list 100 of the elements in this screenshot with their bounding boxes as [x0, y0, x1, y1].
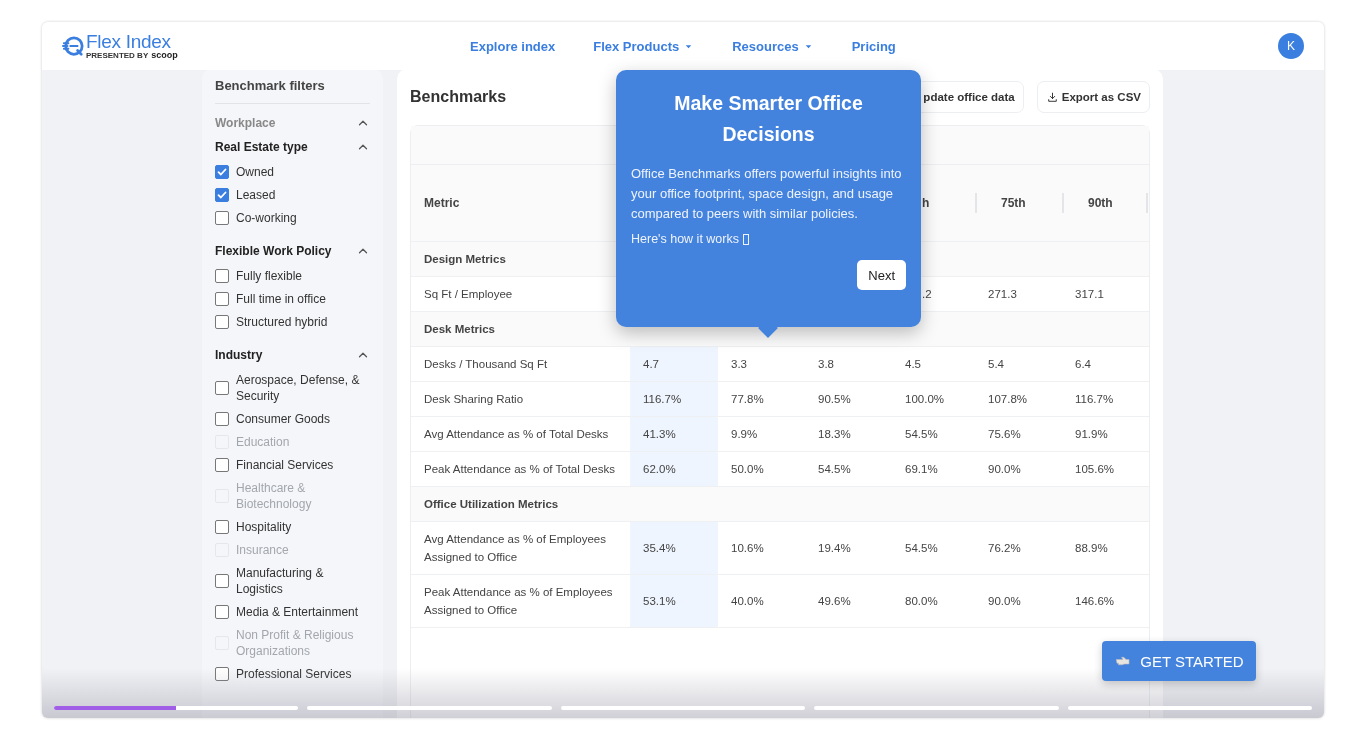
checkbox[interactable] — [215, 412, 229, 426]
nav-link[interactable]: Explore index — [470, 38, 556, 54]
table-cell-text: 90.0% — [987, 594, 1022, 609]
table-cell-text: 3.3 — [730, 357, 748, 372]
column-header[interactable]: h — [922, 196, 930, 210]
checkbox[interactable] — [215, 315, 229, 329]
section-title: Workplace — [215, 116, 276, 130]
download-icon — [1045, 90, 1059, 104]
option-label: Healthcare & Biotechnology — [236, 480, 313, 512]
option-label: Manufacturing & Logistics — [236, 565, 325, 597]
avatar[interactable]: K — [1278, 33, 1304, 59]
nav-link[interactable]: Flex Products — [593, 38, 695, 54]
table-cell-text: Desk Sharing Ratio — [423, 392, 525, 407]
panel-title: Benchmark filters — [215, 78, 370, 104]
table-cell-text: 19.4% — [817, 541, 852, 556]
option-label: Fully flexible — [236, 268, 303, 284]
option-label: Insurance — [236, 542, 289, 558]
option-label: Education — [236, 434, 290, 450]
option-label: Full time in office — [236, 291, 326, 307]
table-cell-text: 107.8% — [987, 392, 1028, 407]
option-label: Owned — [236, 164, 275, 180]
table-cell-text: 40.0% — [730, 594, 765, 609]
checkbox[interactable] — [215, 574, 229, 588]
table-cell-text: 3.8 — [817, 357, 835, 372]
missing-glyph-icon — [743, 233, 749, 245]
table-cell-text: 116.7% — [1074, 392, 1115, 407]
export-button[interactable]: Export as CSV — [1036, 81, 1150, 113]
table-cell-text: 100.0% — [904, 392, 945, 407]
column-header[interactable]: 75th — [1001, 196, 1026, 210]
table-cell: 116.7% — [630, 382, 718, 416]
table-cell: 62.0% — [630, 452, 718, 486]
table-cell-text: 90.5% — [817, 392, 852, 407]
checkbox[interactable] — [215, 188, 229, 202]
checkbox[interactable] — [215, 165, 229, 179]
table-cell-text: Sq Ft / Employee — [423, 287, 514, 302]
option-label: Co-working — [236, 210, 297, 226]
nav-link[interactable]: Resources — [732, 38, 814, 54]
nav-link[interactable]: Pricing — [851, 38, 896, 54]
how-it-works-link[interactable]: Here's how it works — [631, 232, 739, 246]
table-cell-text: 77.8% — [730, 392, 765, 407]
checkbox[interactable] — [215, 269, 229, 283]
table-cell-text: Peak Attendance as % of Total Desks — [423, 462, 616, 477]
checkbox[interactable] — [215, 381, 229, 395]
section-title: Real Estate type — [215, 140, 308, 154]
option-label: Professional Services — [236, 666, 352, 682]
get-started-button[interactable]: GET STARTED — [1102, 641, 1256, 681]
table-cell-text: Desks / Thousand Sq Ft — [423, 357, 549, 372]
table-cell-text: 6.4 — [1074, 357, 1092, 372]
table-cell-text: 54.5% — [904, 541, 939, 556]
option-label: Financial Services — [236, 457, 334, 473]
table-cell-text: 146.6% — [1074, 594, 1115, 609]
table-cell-text: 90.0% — [987, 462, 1022, 477]
option-label: Consumer Goods — [236, 411, 331, 427]
section-title: Flexible Work Policy — [215, 244, 332, 258]
table-cell-text: 88.9% — [1074, 541, 1109, 556]
table-cell-text: 91.9% — [1074, 427, 1109, 442]
table-cell-text: Avg Attendance as % of Total Desks — [423, 427, 610, 442]
table-cell: 35.4% — [630, 522, 718, 574]
page-title: Benchmarks — [410, 88, 507, 106]
table-cell-text: 80.0% — [904, 594, 939, 609]
checkbox[interactable] — [215, 211, 229, 225]
checkbox[interactable] — [215, 292, 229, 306]
column-header[interactable]: 90th — [1088, 196, 1113, 210]
checkbox[interactable] — [215, 458, 229, 472]
group-header: Design Metrics — [424, 252, 506, 267]
table-cell: 53.1% — [630, 575, 718, 627]
table-cell-text: Peak Attendance as % of Employees Assigned to Office — [423, 585, 614, 618]
section-title: Industry — [215, 348, 263, 362]
group-header: Desk Metrics — [424, 322, 495, 337]
popover-title: Make Smarter Office Decisions — [673, 91, 864, 147]
checkbox[interactable] — [215, 605, 229, 619]
group-header: Office Utilization Metrics — [424, 497, 559, 512]
table-cell-text: 4.5 — [904, 357, 922, 372]
table-cell-text: 75.6% — [987, 427, 1022, 442]
table-cell-text: Avg Attendance as % of Employees Assigned to Office — [423, 532, 607, 565]
table-cell-text: 76.2% — [987, 541, 1022, 556]
next-button[interactable]: Next — [857, 260, 906, 290]
logo-icon — [62, 35, 84, 57]
checkbox[interactable] — [215, 520, 229, 534]
checkbox[interactable] — [215, 667, 229, 681]
brand-text: scoop — [151, 50, 178, 60]
table-cell-text: 271.3 — [987, 287, 1018, 302]
table-cell-text: 54.5% — [817, 462, 852, 477]
option-label: Leased — [236, 187, 276, 203]
column-header[interactable]: Metric — [424, 196, 460, 210]
table-cell-text: 5.4 — [987, 357, 1005, 372]
table-cell-text: 54.5% — [904, 427, 939, 442]
table-cell: 4.7 — [630, 347, 718, 381]
table-cell: 41.3% — [630, 417, 718, 451]
tagline: PRESENTED BY — [86, 51, 149, 60]
option-label: Structured hybrid — [236, 314, 328, 330]
table-cell-text: 69.1% — [904, 462, 939, 477]
table-cell-text: 105.6% — [1074, 462, 1115, 477]
logo-text: Flex Index — [86, 32, 172, 52]
table-cell-text: .2 — [921, 287, 933, 302]
table-cell-text: 317.1 — [1074, 287, 1105, 302]
popover-text: Office Benchmarks offers powerful insights into your office footprint, space design, and usage compared to peers with similar policies. — [631, 165, 903, 223]
table-cell-text: 50.0% — [730, 462, 765, 477]
table-cell-text: 49.6% — [817, 594, 852, 609]
table-cell-text: 18.3% — [817, 427, 852, 442]
